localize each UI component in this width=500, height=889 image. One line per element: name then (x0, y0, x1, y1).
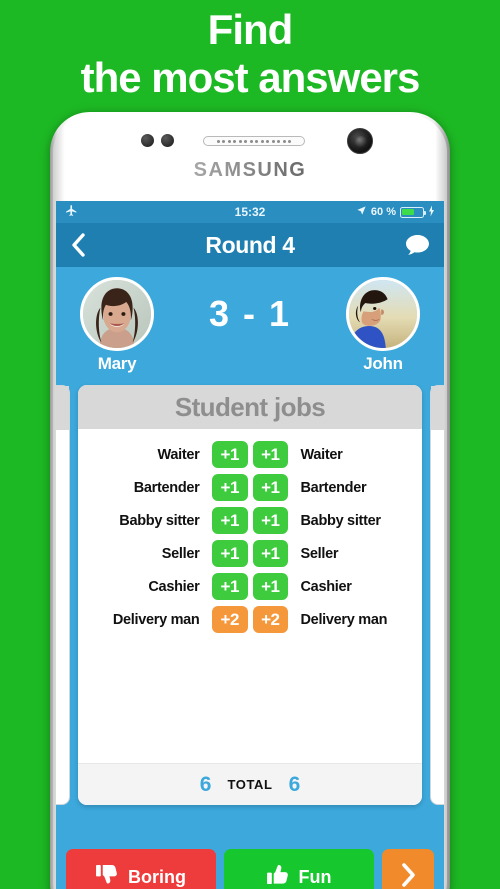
answer-badge-right: +2 (252, 606, 289, 633)
answer-badge-left: +1 (211, 474, 248, 501)
answer-badge-left: +1 (211, 573, 248, 600)
answer-row: Delivery man +2 +2 Delivery man (78, 603, 422, 636)
answer-label-right: Cashier (300, 578, 352, 595)
app-nav-bar: Round 4 (56, 223, 444, 267)
promo-headline: Find the most answers (0, 0, 500, 112)
question-card: Student jobs Waiter +1 +1 Waiter Bartend… (78, 385, 422, 805)
player-left[interactable]: Mary (72, 276, 162, 374)
answer-label-right: Seller (300, 545, 339, 562)
answer-badge-left: +1 (211, 540, 248, 567)
answer-row: Babby sitter +1 +1 Babby sitter (78, 504, 422, 537)
front-camera-icon (347, 128, 373, 154)
total-label: TOTAL (227, 777, 273, 792)
phone-top-bezel: SAMSUNG (53, 115, 447, 201)
charging-bolt-icon (428, 205, 435, 220)
next-button[interactable] (382, 849, 434, 889)
phone-brand-logo: SAMSUNG (53, 159, 447, 182)
answer-list: Waiter +1 +1 Waiter Bartender +1 +1 Bart… (78, 429, 422, 763)
total-left: 6 (199, 772, 212, 796)
answer-row: Waiter +1 +1 Waiter (78, 438, 422, 471)
headline-line-1: Find (207, 6, 294, 53)
answer-badge-right: +1 (252, 474, 289, 501)
match-score: 3 - 1 (208, 293, 292, 334)
answer-label-left: Seller (161, 545, 200, 562)
earpiece-speaker-icon (203, 136, 305, 146)
proximity-sensor-icon (141, 134, 174, 147)
answer-badge-left: +1 (211, 507, 248, 534)
next-chevron-icon (400, 862, 417, 889)
answer-badge-right: +1 (252, 573, 289, 600)
thumbs-up-icon (266, 864, 290, 889)
card-peek-previous[interactable] (56, 385, 70, 805)
battery-percent-label: 60 % (370, 206, 396, 218)
status-bar-right: 60 % (356, 205, 435, 220)
total-right: 6 (288, 772, 301, 796)
answer-row: Bartender +1 +1 Bartender (78, 471, 422, 504)
answer-label-right: Waiter (300, 446, 343, 463)
answer-badge-left: +2 (211, 606, 248, 633)
answer-label-left: Waiter (157, 446, 200, 463)
answer-badge-right: +1 (252, 441, 289, 468)
card-carousel: Student jobs Waiter +1 +1 Waiter Bartend… (56, 377, 444, 889)
card-peek-next[interactable] (430, 385, 444, 805)
player-left-name: Mary (97, 353, 137, 373)
answer-label-left: Babby sitter (119, 512, 200, 529)
boring-label: Boring (128, 866, 186, 887)
fun-label: Fun (298, 866, 332, 887)
answer-badge-right: +1 (252, 540, 289, 567)
battery-icon (400, 206, 427, 218)
answer-row: Seller +1 +1 Seller (78, 537, 422, 570)
headline-line-2: the most answers (80, 54, 421, 101)
phone-body: SAMSUNG 15:32 60 % Round 4 Mary 3 - 1 Jo… (53, 115, 447, 889)
answer-row: Cashier +1 +1 Cashier (78, 570, 422, 603)
fun-button[interactable]: Fun (224, 849, 374, 889)
page-title: Round 4 (205, 231, 295, 258)
card-total-bar: 6 TOTAL 6 (78, 763, 422, 805)
scoreboard: Mary 3 - 1 John (56, 267, 444, 377)
boring-button[interactable]: Boring (66, 849, 216, 889)
phone-mockup: SAMSUNG 15:32 60 % Round 4 Mary 3 - 1 Jo… (50, 112, 450, 889)
answer-label-right: Babby sitter (300, 512, 382, 529)
answer-label-left: Delivery man (112, 611, 200, 628)
card-title: Student jobs (78, 385, 422, 429)
answer-label-right: Bartender (300, 479, 367, 496)
player-right-name: John (363, 353, 403, 373)
answer-label-right: Delivery man (300, 611, 388, 628)
thumbs-down-icon (96, 864, 119, 889)
answer-badge-right: +1 (252, 507, 289, 534)
chat-bubble-icon[interactable] (405, 234, 430, 256)
back-chevron-icon[interactable] (70, 232, 87, 258)
player-right[interactable]: John (338, 276, 428, 374)
status-bar: 15:32 60 % (56, 201, 444, 223)
location-arrow-icon (356, 205, 367, 219)
avatar[interactable] (80, 276, 154, 351)
phone-screen: 15:32 60 % Round 4 Mary 3 - 1 John Stude… (56, 201, 444, 889)
avatar[interactable] (345, 276, 420, 351)
action-bar: Boring Fun (56, 841, 444, 889)
answer-label-left: Bartender (133, 479, 200, 496)
answer-badge-left: +1 (211, 441, 248, 468)
answer-label-left: Cashier (148, 578, 200, 595)
